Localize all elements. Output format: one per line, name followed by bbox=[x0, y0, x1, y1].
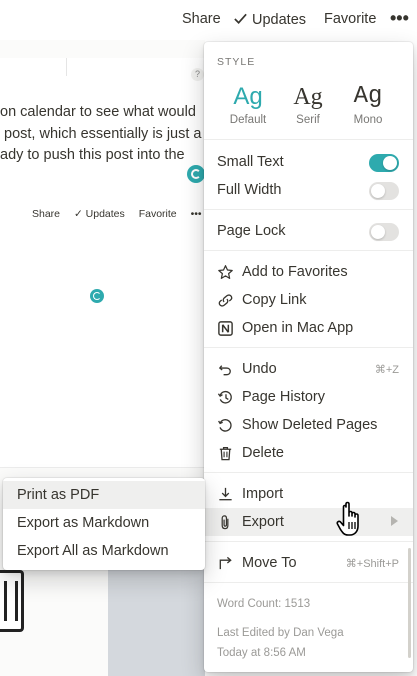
page-lock-label: Page Lock bbox=[217, 223, 286, 239]
undo-icon bbox=[218, 365, 231, 376]
small-text-label: Small Text bbox=[217, 154, 284, 170]
delete-item[interactable]: Delete bbox=[204, 439, 413, 467]
check-icon bbox=[234, 13, 247, 24]
small-text-toggle[interactable] bbox=[369, 154, 399, 172]
move-to-label: Move To bbox=[242, 555, 297, 571]
mini-updates-label: ✓ Updates bbox=[73, 208, 125, 220]
menu-divider bbox=[204, 582, 413, 583]
print-as-pdf-item[interactable]: Print as PDF bbox=[3, 481, 205, 509]
favorite-button[interactable]: Favorite bbox=[324, 11, 376, 27]
background-mini-topbar: Share ✓ Updates Favorite ••• bbox=[32, 208, 213, 220]
background-divider bbox=[66, 58, 67, 76]
menu-divider bbox=[204, 541, 413, 542]
move-to-shortcut: ⌘+Shift+P bbox=[345, 558, 399, 570]
background-text-line: ady to push this post into the bbox=[0, 147, 185, 163]
toggle-knob bbox=[383, 156, 397, 170]
history-icon bbox=[217, 390, 232, 404]
last-edited-time: Today at 8:56 AM bbox=[217, 647, 306, 659]
restore-icon bbox=[218, 419, 232, 432]
toggle-knob bbox=[371, 184, 385, 198]
paperclip-icon bbox=[221, 515, 229, 530]
export-submenu: Print as PDF Export as Markdown Export A… bbox=[3, 478, 205, 570]
move-to-icon bbox=[219, 556, 232, 570]
mini-more-label: ••• bbox=[190, 208, 202, 220]
chevron-right-icon bbox=[391, 516, 398, 526]
export-all-as-markdown-label: Export All as Markdown bbox=[17, 543, 169, 559]
background-image-block bbox=[108, 570, 205, 676]
style-option-serif[interactable]: Ag Serif bbox=[278, 82, 338, 126]
trash-icon bbox=[219, 446, 232, 461]
more-options-button[interactable]: ••• bbox=[390, 8, 409, 29]
link-icon bbox=[218, 294, 233, 307]
menu-divider bbox=[204, 209, 413, 210]
export-as-markdown-label: Export as Markdown bbox=[17, 515, 150, 531]
full-width-toggle[interactable] bbox=[369, 182, 399, 200]
hand-cursor-icon bbox=[336, 501, 359, 536]
small-text-row[interactable]: Small Text bbox=[204, 148, 413, 176]
mini-favorite-label: Favorite bbox=[138, 208, 177, 220]
open-in-mac-app-label: Open in Mac App bbox=[242, 320, 354, 336]
undo-label: Undo bbox=[242, 361, 277, 377]
style-section-label: STYLE bbox=[217, 56, 256, 68]
notion-app-icon bbox=[218, 321, 233, 336]
toggle-knob bbox=[371, 225, 385, 239]
updates-button[interactable]: Updates bbox=[233, 11, 306, 28]
export-label: Export bbox=[242, 514, 284, 530]
style-name-default: Default bbox=[229, 114, 267, 126]
mini-share-label: Share bbox=[32, 208, 61, 220]
menu-divider bbox=[204, 250, 413, 251]
word-count: Word Count: 1513 bbox=[217, 598, 311, 610]
style-name-mono: Mono bbox=[353, 114, 383, 126]
export-item[interactable]: Export bbox=[204, 508, 413, 536]
undo-item[interactable]: Undo ⌘+Z bbox=[204, 355, 413, 383]
page-lock-toggle[interactable] bbox=[369, 223, 399, 241]
export-as-markdown-item[interactable]: Export as Markdown bbox=[3, 509, 205, 537]
help-icon: ? bbox=[191, 68, 204, 81]
copy-link-item[interactable]: Copy Link bbox=[204, 286, 413, 314]
star-icon bbox=[218, 265, 233, 279]
show-deleted-pages-item[interactable]: Show Deleted Pages bbox=[204, 411, 413, 439]
open-in-mac-app-item[interactable]: Open in Mac App bbox=[204, 314, 413, 342]
style-preview-mono: Ag bbox=[353, 83, 383, 110]
menu-scrollbar[interactable] bbox=[408, 48, 411, 668]
add-to-favorites-item[interactable]: Add to Favorites bbox=[204, 258, 413, 286]
show-deleted-pages-label: Show Deleted Pages bbox=[242, 417, 378, 433]
loading-spinner-icon bbox=[187, 165, 205, 183]
scrollbar-thumb[interactable] bbox=[408, 548, 411, 658]
share-button[interactable]: Share bbox=[182, 11, 221, 27]
full-width-label: Full Width bbox=[217, 182, 282, 198]
loading-spinner-icon bbox=[90, 289, 104, 303]
style-name-serif: Serif bbox=[296, 114, 320, 126]
undo-shortcut: ⌘+Z bbox=[374, 364, 399, 376]
style-option-default[interactable]: Ag Default bbox=[218, 82, 278, 126]
style-preview-serif: Ag bbox=[293, 84, 323, 110]
last-edited-by: Last Edited by Dan Vega bbox=[217, 627, 344, 639]
import-item[interactable]: Import bbox=[204, 480, 413, 508]
page-options-menu: STYLE Ag Default Ag Serif Ag Mono Small … bbox=[204, 42, 413, 672]
full-width-row[interactable]: Full Width bbox=[204, 176, 413, 204]
page-lock-row[interactable]: Page Lock bbox=[204, 217, 413, 245]
style-preview-default: Ag bbox=[233, 83, 263, 110]
import-icon bbox=[219, 487, 232, 501]
style-option-mono[interactable]: Ag Mono bbox=[338, 82, 398, 126]
updates-label: Updates bbox=[252, 12, 307, 28]
delete-label: Delete bbox=[242, 445, 284, 461]
menu-divider bbox=[204, 472, 413, 473]
page-history-item[interactable]: Page History bbox=[204, 383, 413, 411]
import-label: Import bbox=[242, 486, 284, 502]
page-history-label: Page History bbox=[242, 389, 326, 405]
export-all-as-markdown-item[interactable]: Export All as Markdown bbox=[3, 537, 205, 565]
background-text-line: on calendar to see what would bbox=[0, 104, 196, 120]
move-to-item[interactable]: Move To ⌘+Shift+P bbox=[204, 549, 413, 577]
menu-divider bbox=[204, 347, 413, 348]
menu-divider bbox=[204, 139, 413, 140]
background-text: on calendar to see what would post, whic… bbox=[0, 102, 201, 167]
print-as-pdf-label: Print as PDF bbox=[17, 487, 100, 503]
copy-link-label: Copy Link bbox=[242, 292, 307, 308]
background-editor: ? on calendar to see what would post, wh… bbox=[0, 58, 205, 468]
top-bar: Share Updates Favorite ••• bbox=[0, 0, 417, 40]
notion-logo-icon bbox=[0, 570, 24, 632]
add-to-favorites-label: Add to Favorites bbox=[242, 264, 348, 280]
background-text-line: post, which essentially is just a bbox=[0, 125, 202, 142]
